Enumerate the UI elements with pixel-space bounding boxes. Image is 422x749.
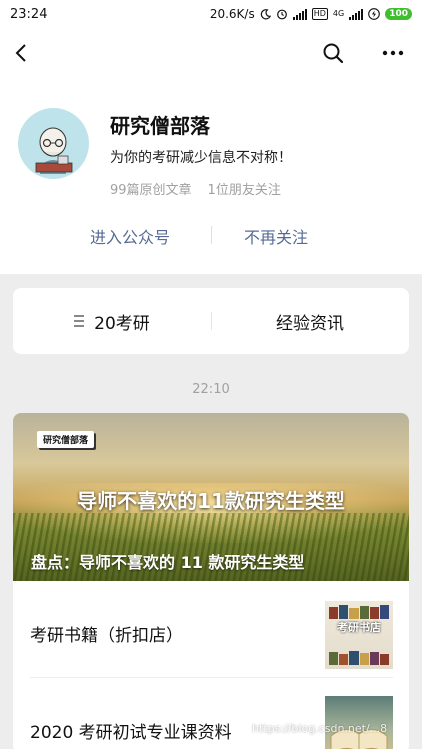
account-stats: 99篇原创文章 1位朋友关注 <box>110 179 281 198</box>
cover-article[interactable]: 研究僧部落 导师不喜欢的11款研究生类型 盘点：导师不喜欢的 11 款研究生类型 <box>13 413 409 581</box>
message-timestamp: 22:10 <box>192 382 230 397</box>
article-item[interactable]: 2020 考研初试专业课资料 <box>13 680 409 749</box>
articles-count[interactable]: 99篇原创文章 <box>110 183 192 198</box>
action-divider <box>211 226 212 244</box>
menu-item-20kaoyan[interactable]: 20考研 <box>13 288 211 354</box>
watermark: https://blog.csdn.net/...8 <box>252 722 388 735</box>
article-title: 2020 考研初试专业课资料 <box>30 723 232 743</box>
nav-bar <box>0 28 422 78</box>
account-description: 为你的考研减少信息不对称！ <box>110 150 292 166</box>
bookshelf-icon <box>329 605 390 619</box>
article-group-card: 研究僧部落 导师不喜欢的11款研究生类型 盘点：导师不喜欢的 11 款研究生类型… <box>13 413 409 749</box>
moon-icon <box>260 8 271 19</box>
friends-following[interactable]: 1位朋友关注 <box>208 183 281 198</box>
menu-item-label: 20考研 <box>94 313 150 334</box>
article-thumbnail: 考研书店 <box>325 601 393 669</box>
network-speed: 20.6K/s <box>209 7 255 21</box>
battery-icon: 100 <box>385 8 412 20</box>
thumbnail-text: 考研书店 <box>337 621 381 634</box>
article-title: 考研书籍（折扣店） <box>30 626 183 646</box>
row-divider <box>30 677 393 678</box>
account-menu: 20考研 经验资讯 <box>13 288 409 354</box>
alarm-icon <box>276 9 287 20</box>
monk-illustration-icon <box>35 127 73 174</box>
search-icon <box>323 43 344 64</box>
unfollow-button[interactable]: 不再关注 <box>244 224 308 248</box>
avatar[interactable] <box>18 108 89 179</box>
search-button[interactable] <box>320 40 346 66</box>
bookshelf-icon <box>329 651 390 665</box>
article-item[interactable]: 考研书籍（折扣店） 考研书店 <box>13 585 409 680</box>
flash-icon <box>368 8 381 20</box>
account-name: 研究僧部落 <box>110 114 210 138</box>
signal-icon <box>292 8 307 20</box>
more-button[interactable] <box>380 40 406 66</box>
status-indicators: 20.6K/s HD 4G 100 <box>210 7 412 21</box>
enter-account-button[interactable]: 进入公众号 <box>90 224 170 248</box>
cover-headline: 导师不喜欢的11款研究生类型 <box>77 489 345 513</box>
account-actions: 进入公众号 不再关注 <box>0 218 422 252</box>
menu-item-label: 经验资讯 <box>276 313 344 334</box>
status-bar: 23:24 20.6K/s HD 4G 100 <box>0 0 422 28</box>
hd-icon: HD <box>311 8 328 20</box>
cover-article-title: 盘点：导师不喜欢的 11 款研究生类型 <box>31 553 305 572</box>
chevron-left-icon <box>15 44 26 62</box>
menu-item-experience[interactable]: 经验资讯 <box>211 288 409 354</box>
cover-badge: 研究僧部落 <box>37 431 95 448</box>
signal-icon-2 <box>349 8 364 20</box>
more-icon <box>382 50 404 56</box>
menu-list-icon <box>74 315 85 327</box>
network-type: 4G <box>332 9 345 18</box>
back-button[interactable] <box>8 40 34 66</box>
status-time: 23:24 <box>10 6 48 22</box>
